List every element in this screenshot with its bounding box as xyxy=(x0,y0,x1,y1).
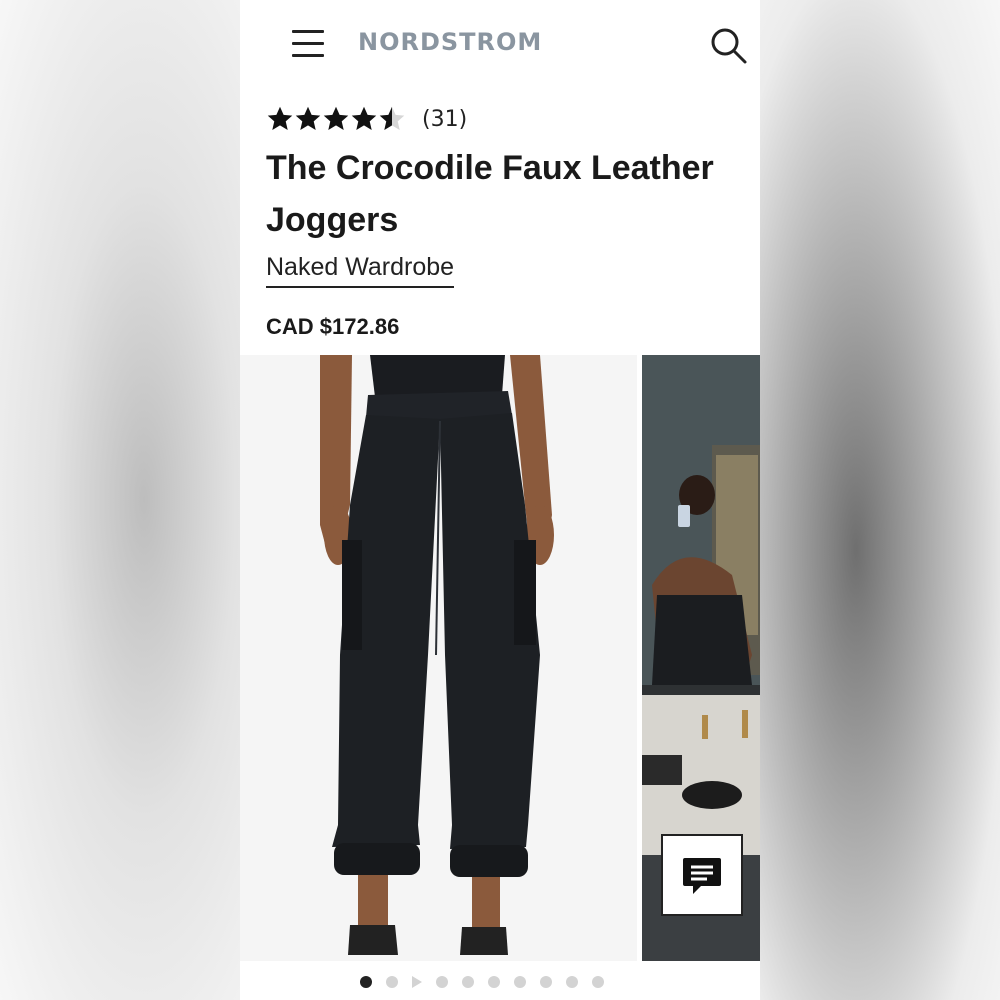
nordstrom-logo[interactable]: NORDSTROM xyxy=(358,28,542,56)
pagination-dot[interactable] xyxy=(462,976,474,988)
star-full-icon xyxy=(323,106,349,130)
pagination-video-icon[interactable] xyxy=(412,976,422,988)
pagination-dot[interactable] xyxy=(540,976,552,988)
chat-button[interactable] xyxy=(661,834,743,916)
product-image-main[interactable] xyxy=(240,355,637,961)
star-full-icon xyxy=(267,106,293,130)
pagination-dot[interactable] xyxy=(592,976,604,988)
chat-icon xyxy=(683,858,721,894)
brand-link[interactable]: Naked Wardrobe xyxy=(266,250,455,288)
star-full-icon xyxy=(295,106,321,130)
search-icon[interactable] xyxy=(710,27,748,65)
pagination-dot[interactable] xyxy=(436,976,448,988)
pagination-dot[interactable] xyxy=(360,976,372,988)
gallery-pagination xyxy=(360,976,618,988)
top-nav-bar: NORDSTROM xyxy=(240,0,760,92)
star-full-icon xyxy=(351,106,377,130)
product-rating[interactable]: (31) xyxy=(266,104,467,134)
product-page: NORDSTROM (31) The Crocodile Faux Leathe… xyxy=(240,0,760,1000)
pagination-dot[interactable] xyxy=(386,976,398,988)
review-count[interactable]: (31) xyxy=(422,107,467,132)
product-title: The Crocodile Faux Leather Joggers xyxy=(266,149,714,239)
background-left xyxy=(0,0,240,1000)
star-half-icon xyxy=(379,106,405,130)
pagination-dot[interactable] xyxy=(514,976,526,988)
product-price: CAD $172.86 xyxy=(266,314,400,339)
background-right xyxy=(760,0,1000,1000)
pagination-dot[interactable] xyxy=(566,976,578,988)
rating-stars xyxy=(266,105,406,133)
pagination-dot[interactable] xyxy=(488,976,500,988)
hamburger-menu-icon[interactable] xyxy=(292,30,324,58)
